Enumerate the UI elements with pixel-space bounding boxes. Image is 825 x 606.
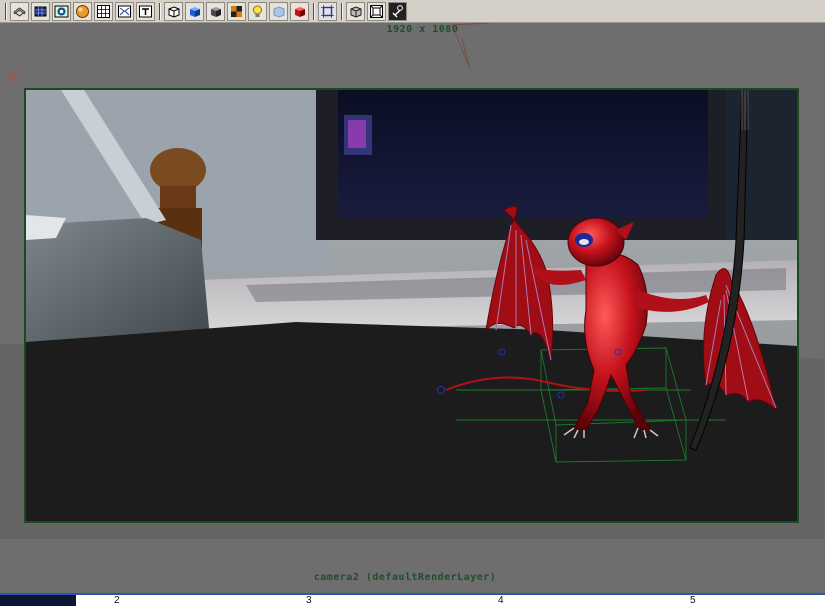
text-icon	[139, 5, 152, 17]
checker-icon	[231, 5, 242, 17]
isolate-cube-button[interactable]	[164, 1, 183, 21]
frame-tick-label: 5	[690, 595, 696, 606]
frame-select-icon	[321, 4, 334, 18]
grid-icon	[97, 4, 110, 18]
scene-render	[26, 90, 797, 521]
shaded-icon	[76, 4, 89, 18]
frame-tick-label: 2	[114, 595, 120, 606]
maya-viewport-window: 1920 x 1080 camera2 (defaultRenderLayer)…	[0, 0, 825, 606]
text-display-button[interactable]	[136, 1, 155, 21]
resolution-gate-icon	[350, 5, 362, 18]
light-locator-icon	[5, 70, 19, 84]
red-cube-button[interactable]	[290, 1, 309, 21]
frame-select-button[interactable]	[318, 1, 337, 21]
resolution-gate-frame	[24, 88, 799, 523]
smooth-shade-button[interactable]	[52, 1, 71, 21]
toolbar-separator	[2, 2, 9, 21]
frame-tick-label: 4	[498, 595, 504, 606]
time-slider-playback-range[interactable]	[0, 595, 76, 606]
frame-tick-label: 3	[306, 595, 312, 606]
dark-cube-button[interactable]	[206, 1, 225, 21]
wireframe-icon	[34, 6, 47, 16]
smooth-shade-icon	[54, 5, 69, 17]
shaded-button[interactable]	[73, 1, 92, 21]
camera-attributes-icon	[13, 6, 26, 17]
pivot-icon	[392, 4, 403, 17]
dark-cube-icon	[211, 6, 221, 17]
light-bulb-icon	[253, 5, 262, 17]
floor-plane	[26, 322, 797, 521]
xray-cube-icon	[273, 5, 285, 18]
xray-cube-button[interactable]	[269, 1, 288, 21]
toolbar-separator	[310, 2, 317, 21]
pivot-button[interactable]	[388, 1, 407, 21]
film-gate-icon	[370, 4, 383, 18]
texture-icon	[118, 5, 131, 17]
grid-button[interactable]	[94, 1, 113, 21]
camera-name-label: camera2 (defaultRenderLayer)	[313, 572, 497, 583]
checker-button[interactable]	[227, 1, 246, 21]
viewport-toolbar	[0, 0, 825, 23]
film-gate-button[interactable]	[367, 1, 386, 21]
camera-viewport[interactable]: 1920 x 1080 camera2 (defaultRenderLayer)	[0, 23, 825, 593]
wireframe-button[interactable]	[31, 1, 50, 21]
blue-cube-button[interactable]	[185, 1, 204, 21]
red-cube-icon	[295, 6, 305, 17]
texture-button[interactable]	[115, 1, 134, 21]
toolbar-separator	[338, 2, 345, 21]
resolution-gate-label: 1920 x 1080	[386, 24, 459, 35]
light-bulb-button[interactable]	[248, 1, 267, 21]
time-slider[interactable]: 2 3 4 5	[0, 593, 825, 606]
camera-attributes-button[interactable]	[10, 1, 29, 21]
toolbar-separator	[156, 2, 163, 21]
blue-cube-icon	[190, 6, 200, 17]
resolution-gate-button[interactable]	[346, 1, 365, 21]
isolate-cube-icon	[168, 5, 180, 18]
